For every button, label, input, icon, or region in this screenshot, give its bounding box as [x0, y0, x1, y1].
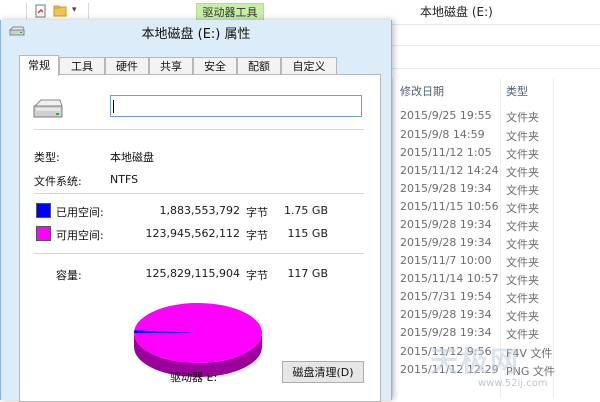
file-type: 文件夹 — [506, 184, 539, 197]
capacity-bytes: 125,829,115,904 — [145, 267, 240, 280]
toolbar-divider — [26, 3, 27, 19]
file-date: 2015/11/12 1:05 — [400, 146, 492, 159]
tab-customize[interactable]: 自定义 — [281, 57, 337, 75]
file-system-value: NTFS — [110, 173, 139, 186]
watermark-text: 天极网 — [430, 345, 521, 378]
tab-quota[interactable]: 配额 — [237, 57, 281, 75]
file-date: 2015/9/25 19:55 — [400, 109, 492, 122]
used-space-bytes: 1,883,553,792 — [159, 204, 240, 217]
file-type: 文件夹 — [506, 220, 539, 233]
text-cursor — [113, 100, 114, 113]
column-divider[interactable] — [553, 78, 554, 398]
column-divider — [392, 78, 393, 398]
free-space-bytes: 123,945,562,112 — [145, 227, 240, 240]
column-header-type[interactable]: 类型 — [506, 83, 528, 99]
capacity-gb: 117 GB — [287, 267, 328, 280]
used-space-swatch — [36, 203, 51, 218]
file-type: 文件夹 — [506, 238, 539, 251]
new-folder-icon[interactable] — [53, 4, 67, 18]
explorer-window-title: 本地磁盘 (E:) — [420, 5, 493, 19]
divider — [34, 129, 364, 130]
file-date: 2015/9/28 19:34 — [400, 218, 492, 231]
tab-tools[interactable]: 工具 — [59, 57, 105, 75]
general-tab-panel: 类型: 本地磁盘 文件系统: NTFS 已用空间: 1,883,553,792 … — [19, 74, 381, 402]
used-space-unit: 字节 — [246, 206, 268, 219]
dialog-tabs: 常规 工具 硬件 共享 安全 配额 自定义 — [19, 55, 379, 76]
tab-security[interactable]: 安全 — [193, 57, 237, 75]
hard-drive-icon — [32, 97, 64, 124]
free-space-unit: 字节 — [246, 229, 268, 242]
tab-general[interactable]: 常规 — [19, 55, 59, 76]
tab-sharing[interactable]: 共享 — [149, 57, 193, 75]
customize-toolbar-chevron-icon[interactable]: ▾ — [72, 5, 86, 19]
dialog-titlebar[interactable]: 本地磁盘 (E:) 属性 — [1, 20, 391, 44]
file-type: 文件夹 — [506, 310, 539, 323]
file-date: 2015/9/28 19:34 — [400, 308, 492, 321]
file-type: 文件夹 — [506, 166, 539, 179]
divider — [34, 193, 364, 194]
file-date: 2015/9/28 19:34 — [400, 326, 492, 339]
drive-name-input[interactable] — [110, 95, 362, 117]
used-space-gb: 1.75 GB — [283, 204, 328, 217]
type-value: 本地磁盘 — [110, 151, 154, 164]
dialog-title: 本地磁盘 (E:) 属性 — [141, 27, 251, 42]
file-date: 2015/9/28 19:34 — [400, 182, 492, 195]
file-system-label: 文件系统: — [34, 175, 82, 188]
divider — [34, 253, 364, 254]
file-type: 文件夹 — [506, 292, 539, 305]
file-date: 2015/9/28 19:34 — [400, 236, 492, 249]
file-type: 文件夹 — [506, 274, 539, 287]
file-date: 2015/11/15 10:56 — [400, 200, 499, 213]
file-date: 2015/9/8 14:59 — [400, 128, 485, 141]
free-space-swatch — [36, 226, 51, 241]
file-date: 2015/11/14 10:57 — [400, 272, 499, 285]
watermark-url: www.52ij.com — [478, 378, 548, 389]
address-bar[interactable] — [388, 46, 600, 69]
file-type: 文件夹 — [506, 111, 539, 124]
type-label: 类型: — [34, 151, 60, 164]
toolbar-divider — [88, 3, 89, 19]
tab-hardware[interactable]: 硬件 — [105, 57, 149, 75]
disk-cleanup-button[interactable]: 磁盘清理(D) — [282, 361, 364, 383]
column-header-date[interactable]: 修改日期 — [400, 83, 444, 99]
drive-letter-label: 驱动器 E: — [170, 371, 218, 384]
capacity-label: 容量: — [56, 269, 82, 282]
ribbon-strip — [388, 25, 600, 46]
capacity-unit: 字节 — [246, 269, 268, 282]
file-date: 2015/11/7 10:00 — [400, 254, 492, 267]
file-type: 文件夹 — [506, 202, 539, 215]
file-date: 2015/11/12 14:24 — [400, 164, 499, 177]
free-space-gb: 115 GB — [287, 227, 328, 240]
file-type: 文件夹 — [506, 148, 539, 161]
file-type: 文件夹 — [506, 256, 539, 269]
drive-properties-dialog: 本地磁盘 (E:) 属性 常规 工具 硬件 共享 安全 配额 自定义 类型: 本… — [0, 20, 392, 402]
file-date: 2015/7/31 19:54 — [400, 290, 492, 303]
properties-icon[interactable] — [34, 4, 48, 18]
file-type: 文件夹 — [506, 130, 539, 143]
